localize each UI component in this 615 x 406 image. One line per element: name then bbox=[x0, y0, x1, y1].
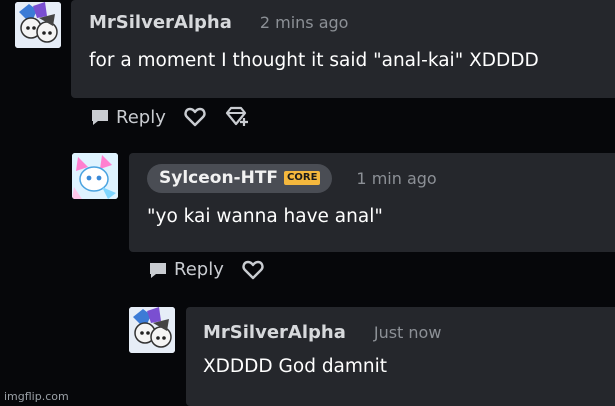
reply-label: Reply bbox=[116, 106, 166, 128]
reply-button[interactable]: Reply bbox=[90, 107, 166, 128]
reply-button[interactable]: Reply bbox=[148, 259, 224, 280]
core-badge: CORE bbox=[284, 171, 321, 185]
reply-label: Reply bbox=[174, 259, 224, 280]
username[interactable]: MrSilverAlpha bbox=[89, 12, 232, 33]
comment-text: for a moment I thought it said "anal-kai… bbox=[89, 50, 539, 71]
username: Sylceon-HTF bbox=[159, 168, 279, 188]
username[interactable]: MrSilverAlpha bbox=[203, 322, 346, 343]
timestamp[interactable]: 1 min ago bbox=[356, 169, 436, 188]
timestamp[interactable]: 2 mins ago bbox=[260, 13, 349, 32]
gem-plus-icon bbox=[224, 106, 250, 128]
avatar[interactable] bbox=[15, 2, 61, 48]
comment-text: "yo kai wanna have anal" bbox=[147, 206, 383, 227]
like-button[interactable] bbox=[184, 107, 206, 127]
avatar[interactable] bbox=[129, 307, 175, 353]
comment-bubble: MrSilverAlpha 2 mins ago for a moment I … bbox=[71, 0, 615, 98]
reply-icon bbox=[90, 107, 110, 127]
username-pill[interactable]: Sylceon-HTF CORE bbox=[147, 164, 333, 193]
comment-bubble: Sylceon-HTF CORE 1 min ago "yo kai wanna… bbox=[129, 153, 615, 252]
heart-icon bbox=[242, 260, 264, 280]
watermark: imgflip.com bbox=[4, 390, 69, 403]
comment-actions: Reply bbox=[90, 106, 268, 128]
heart-icon bbox=[184, 107, 206, 127]
comment-text: XDDDD God damnit bbox=[203, 356, 388, 377]
comment-bubble: MrSilverAlpha Just now XDDDD God damnit bbox=[186, 307, 615, 406]
avatar[interactable] bbox=[72, 153, 118, 199]
tip-button[interactable] bbox=[224, 106, 250, 128]
comment-actions: Reply bbox=[148, 259, 282, 280]
reply-icon bbox=[148, 260, 168, 280]
timestamp[interactable]: Just now bbox=[374, 323, 442, 342]
like-button[interactable] bbox=[242, 260, 264, 280]
